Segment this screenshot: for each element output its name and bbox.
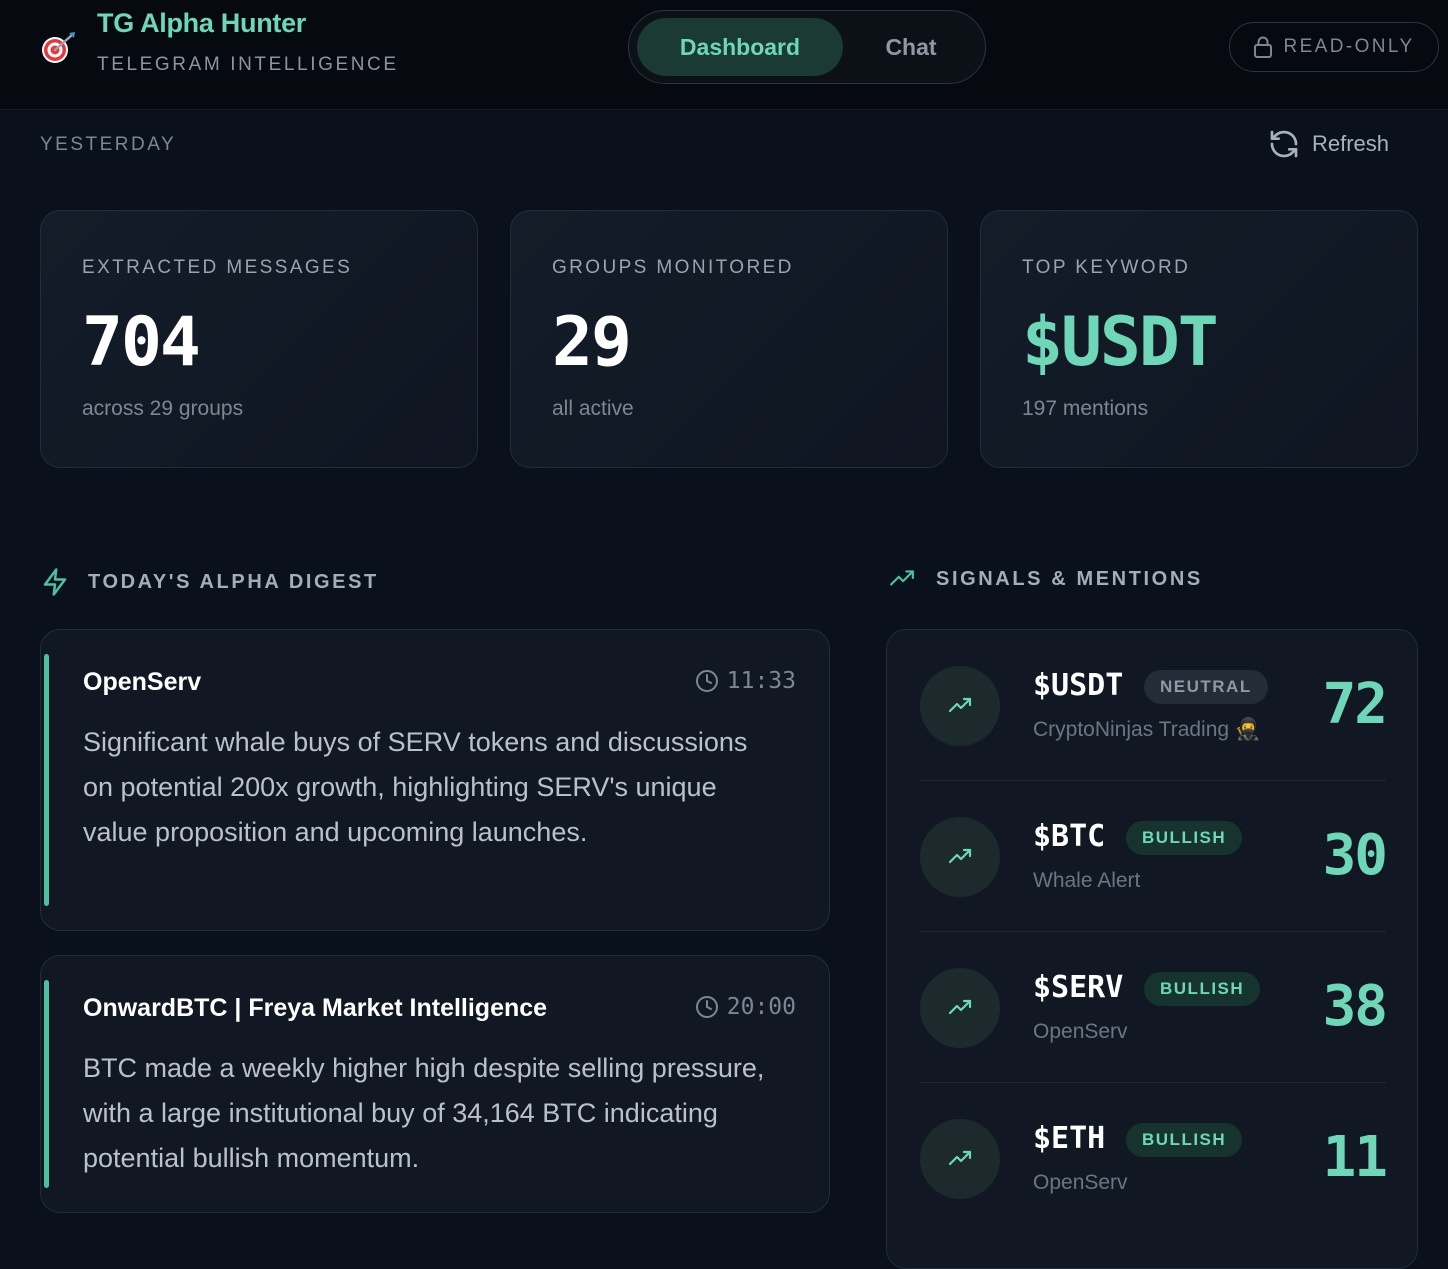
signal-ticker: $USDT — [1033, 668, 1124, 703]
mention-count: 11 — [1322, 1125, 1388, 1190]
lock-icon — [1254, 36, 1273, 58]
sentiment-badge: BULLISH — [1126, 821, 1243, 855]
signal-source: CryptoNinjas Trading 🥷 — [1033, 718, 1262, 741]
clock-icon — [695, 670, 718, 692]
signal-row-serv[interactable]: $SERV BULLISH OpenServ 38 — [920, 932, 1388, 1083]
signal-ticker: $SERV — [1033, 970, 1124, 1005]
sentiment-badge: BULLISH — [1126, 1123, 1243, 1157]
signals-heading-label: SIGNALS & MENTIONS — [936, 567, 1203, 590]
digest-heading: TODAY'S ALPHA DIGEST — [40, 566, 379, 598]
app-name: TG Alpha Hunter — [97, 8, 306, 38]
stat-label: TOP KEYWORD — [1022, 257, 1191, 278]
stat-value: $USDT — [1022, 303, 1219, 382]
digest-time: 11:33 — [695, 668, 796, 694]
digest-item[interactable]: OnwardBTC | Freya Market Intelligence 20… — [40, 955, 830, 1213]
app-subtitle: TELEGRAM INTELLIGENCE — [97, 54, 399, 75]
read-only-label: READ-ONLY — [1283, 36, 1415, 57]
sentiment-badge: NEUTRAL — [1144, 670, 1268, 704]
trending-up-icon — [920, 968, 1000, 1048]
signal-ticker: $BTC — [1033, 819, 1106, 854]
read-only-badge: READ-ONLY — [1229, 22, 1439, 72]
stat-label: GROUPS MONITORED — [552, 257, 794, 278]
digest-heading-label: TODAY'S ALPHA DIGEST — [88, 570, 379, 593]
digest-summary: BTC made a weekly higher high despite se… — [83, 1053, 765, 1173]
target-dart-icon — [42, 32, 75, 63]
digest-summary: Significant whale buys of SERV tokens an… — [83, 727, 748, 847]
refresh-icon — [1270, 130, 1298, 158]
lightning-icon — [43, 568, 67, 596]
mention-count: 38 — [1322, 974, 1388, 1039]
digest-time: 20:00 — [695, 994, 796, 1020]
stat-value: 704 — [82, 303, 201, 382]
stat-card-top-keyword: TOP KEYWORD $USDT 197 mentions — [980, 210, 1418, 468]
digest-accent-bar — [44, 654, 49, 906]
digest-time-label: 11:33 — [726, 668, 796, 694]
digest-source: OnwardBTC | Freya Market Intelligence — [83, 994, 548, 1022]
sentiment-badge: BULLISH — [1144, 972, 1261, 1006]
signal-source: OpenServ — [1033, 1171, 1128, 1194]
trending-up-icon — [920, 666, 1000, 746]
refresh-label: Refresh — [1312, 131, 1390, 156]
stat-subtext: all active — [552, 397, 634, 420]
stat-value: 29 — [552, 303, 632, 382]
stat-card-groups-monitored: GROUPS MONITORED 29 all active — [510, 210, 948, 468]
refresh-button[interactable]: Refresh — [1268, 128, 1389, 160]
trending-up-icon — [920, 817, 1000, 897]
signal-ticker: $ETH — [1033, 1121, 1106, 1156]
stat-subtext: across 29 groups — [82, 397, 244, 420]
mention-count: 72 — [1322, 672, 1388, 737]
date-label: YESTERDAY — [40, 134, 177, 155]
tab-chat[interactable]: Chat — [843, 18, 979, 76]
top-bar: TG Alpha Hunter TELEGRAM INTELLIGENCE Da… — [0, 0, 1448, 110]
signals-list: $USDT NEUTRAL CryptoNinjas Trading 🥷 72 … — [886, 629, 1418, 1269]
stat-label: EXTRACTED MESSAGES — [82, 257, 353, 278]
signals-heading: SIGNALS & MENTIONS — [886, 566, 1203, 592]
signal-source: OpenServ — [1033, 1020, 1128, 1043]
mention-count: 30 — [1322, 823, 1388, 888]
digest-item[interactable]: OpenServ 11:33 Significant whale buys of… — [40, 629, 830, 931]
trending-up-icon — [890, 570, 914, 586]
stat-card-extracted-messages: EXTRACTED MESSAGES 704 across 29 groups — [40, 210, 478, 468]
digest-source: OpenServ — [83, 668, 202, 696]
digest-accent-bar — [44, 980, 49, 1188]
trending-up-icon — [920, 1119, 1000, 1199]
nav-tabs: Dashboard Chat — [628, 10, 986, 84]
digest-time-label: 20:00 — [726, 994, 796, 1020]
signal-row-usdt[interactable]: $USDT NEUTRAL CryptoNinjas Trading 🥷 72 — [920, 630, 1388, 781]
signal-row-btc[interactable]: $BTC BULLISH Whale Alert 30 — [920, 781, 1388, 932]
signal-row-eth[interactable]: $ETH BULLISH OpenServ 11 — [920, 1083, 1388, 1234]
tab-dashboard[interactable]: Dashboard — [637, 18, 843, 76]
stat-subtext: 197 mentions — [1022, 397, 1149, 420]
clock-icon — [695, 996, 718, 1018]
signal-source: Whale Alert — [1033, 869, 1141, 892]
